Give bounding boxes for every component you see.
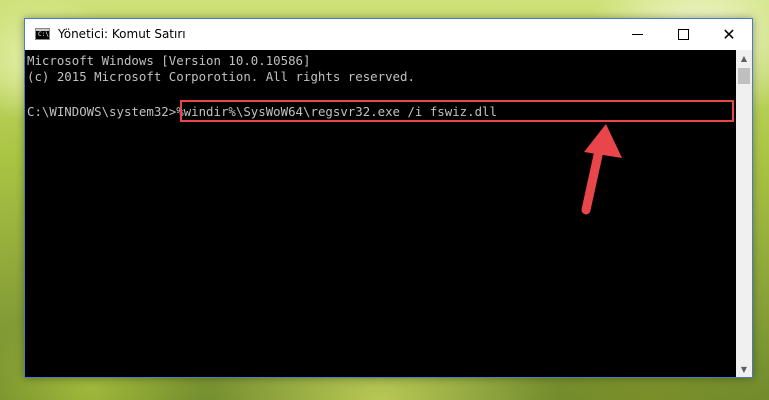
window-title: Yönetici: Komut Satırı [58, 27, 186, 41]
red-arrow-icon [581, 124, 622, 215]
minimize-icon [631, 34, 643, 35]
console-line-version: Microsoft Windows [Version 10.0.10586] [27, 53, 311, 68]
command-highlight-box [180, 100, 734, 122]
console-prompt: C:\WINDOWS\system32> [27, 104, 177, 119]
console-line-copyright: (c) 2015 Microsoft Corporotion. All righ… [27, 69, 415, 84]
command-prompt-window: C:\ Yönetici: Komut Satırı ✕ Microsoft W… [24, 18, 753, 378]
scroll-up-icon[interactable]: ▲ [736, 50, 752, 66]
scroll-thumb[interactable] [738, 68, 750, 84]
app-icon-text: C:\ [38, 31, 49, 38]
title-bar[interactable]: C:\ Yönetici: Komut Satırı ✕ [25, 19, 752, 50]
minimize-button[interactable] [614, 19, 660, 50]
maximize-icon [677, 29, 689, 40]
maximize-button[interactable] [660, 19, 706, 50]
console-app-icon[interactable]: C:\ [35, 28, 50, 40]
close-icon: ✕ [722, 24, 736, 44]
scroll-down-icon[interactable]: ▼ [736, 361, 752, 377]
close-button[interactable]: ✕ [706, 19, 752, 50]
vertical-scrollbar[interactable]: ▲ ▼ [736, 50, 752, 377]
